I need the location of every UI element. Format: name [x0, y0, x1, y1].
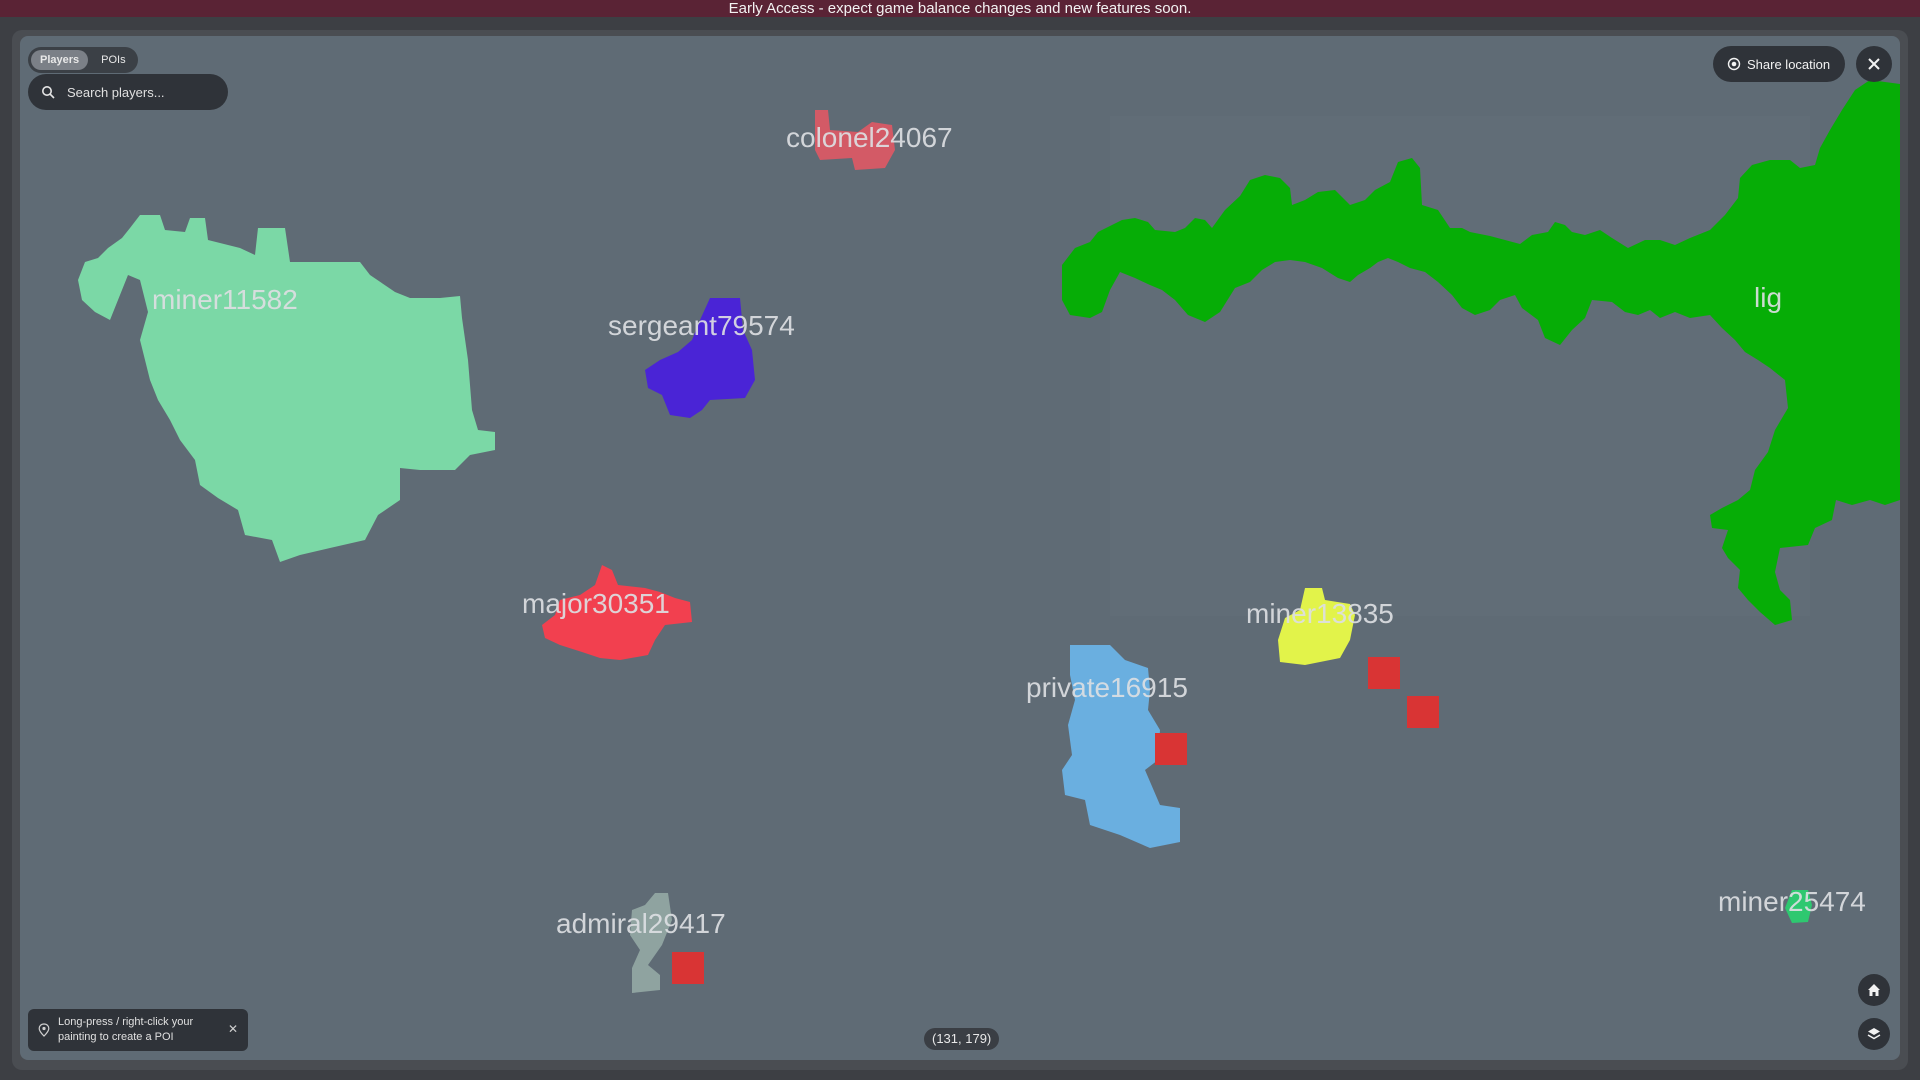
search-bar	[28, 74, 228, 110]
close-icon	[1868, 58, 1880, 70]
layers-icon	[1867, 1028, 1881, 1040]
player-label-admiral29417[interactable]: admiral29417	[556, 908, 726, 940]
home-button[interactable]	[1858, 974, 1890, 1006]
player-label-miner13835[interactable]: miner13835	[1246, 598, 1394, 630]
home-icon	[1868, 984, 1880, 996]
player-label-colonel24067[interactable]: colonel24067	[786, 122, 953, 154]
layers-button[interactable]	[1858, 1018, 1890, 1050]
panel-tabs: Players POIs	[28, 47, 138, 73]
search-icon	[42, 86, 55, 99]
share-location-label: Share location	[1747, 56, 1831, 72]
poi-hint-text: Long-press / right-click your painting t…	[58, 1016, 194, 1043]
tab-players[interactable]: Players	[31, 50, 89, 70]
share-location-button[interactable]: Share location	[1713, 46, 1845, 82]
player-label-major30351[interactable]: major30351	[522, 588, 670, 620]
player-label-miner25474[interactable]: miner25474	[1718, 886, 1866, 918]
player-label-sergeant79574[interactable]: sergeant79574	[608, 310, 795, 342]
player-label-miner11582[interactable]: miner11582	[152, 284, 298, 316]
territory-miner11582[interactable]	[78, 215, 495, 562]
player-label-private16915[interactable]: private16915	[1026, 672, 1188, 704]
poi-marker[interactable]	[1155, 733, 1187, 765]
map-pin-icon	[38, 1023, 50, 1037]
poi-marker[interactable]	[672, 952, 704, 984]
search-input[interactable]	[65, 83, 219, 101]
territory-lig[interactable]	[1062, 80, 1900, 625]
tab-pois[interactable]: POIs	[92, 50, 134, 70]
location-target-icon	[1727, 57, 1741, 71]
dismiss-hint-icon[interactable]: ✕	[228, 1022, 238, 1037]
poi-marker[interactable]	[1368, 657, 1400, 689]
cursor-coordinates: (131, 179)	[924, 1028, 1000, 1050]
poi-marker[interactable]	[1407, 696, 1439, 728]
close-button[interactable]	[1856, 46, 1892, 82]
player-label-lig[interactable]: lig	[1754, 282, 1782, 314]
poi-hint-toast: Long-press / right-click your painting t…	[28, 1009, 248, 1051]
territories-layer	[78, 80, 1900, 993]
